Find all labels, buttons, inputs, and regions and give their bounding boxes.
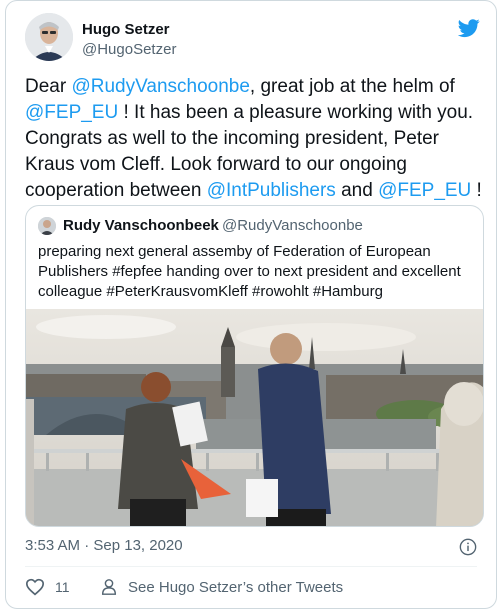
quoted-author-handle: @RudyVanschoonbe <box>222 217 363 234</box>
footer-divider <box>25 566 477 567</box>
like-button[interactable]: 11 <box>25 578 70 596</box>
person-icon <box>101 579 117 595</box>
quoted-tweet[interactable]: Rudy Vanschoonbeek @RudyVanschoonbe prep… <box>25 205 484 527</box>
mention-link[interactable]: @IntPublishers <box>207 180 336 201</box>
quoted-tweet-text: preparing next general assemby of Federa… <box>38 243 461 300</box>
tweet-card[interactable]: Hugo Setzer @HugoSetzer Dear @RudyVansch… <box>5 0 497 609</box>
see-other-tweets-label: See Hugo Setzer’s other Tweets <box>128 578 344 596</box>
author-avatar[interactable] <box>25 13 73 61</box>
author-handle[interactable]: @HugoSetzer <box>82 41 176 58</box>
mention-link[interactable]: @FEP_EU <box>25 102 118 123</box>
heart-icon <box>25 578 45 596</box>
tweet-text: Dear @RudyVanschoonbe, great job at the … <box>25 74 485 204</box>
see-other-tweets-link[interactable]: See Hugo Setzer’s other Tweets <box>100 578 343 596</box>
author-name[interactable]: Hugo Setzer <box>82 21 170 38</box>
info-icon[interactable] <box>459 538 477 556</box>
tweet-text-part: Dear <box>25 76 72 97</box>
tweet-text-part: and <box>335 180 379 201</box>
mention-link[interactable]: @FEP_EU <box>378 180 471 201</box>
twitter-bird-icon[interactable] <box>458 17 480 39</box>
quoted-author-avatar <box>38 217 56 235</box>
tweet-timestamp[interactable]: 3:53 AM · Sep 13, 2020 <box>25 537 183 554</box>
tweet-text-part: , great job at the helm of <box>249 76 455 97</box>
quoted-author-name: Rudy Vanschoonbeek <box>63 217 219 234</box>
mention-link[interactable]: @RudyVanschoonbe <box>71 76 249 97</box>
quoted-tweet-photo[interactable] <box>26 309 484 527</box>
like-count: 11 <box>55 579 70 595</box>
tweet-text-part: ! <box>471 180 482 201</box>
